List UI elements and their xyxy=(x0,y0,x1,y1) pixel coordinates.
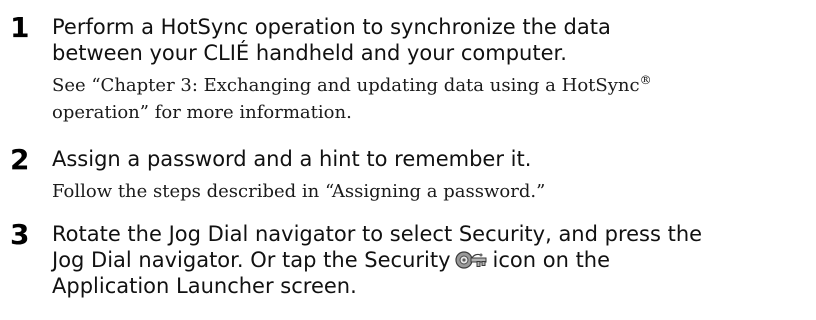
step-number: 2 xyxy=(10,143,30,176)
step-heading: Assign a password and a hint to remember… xyxy=(52,146,812,172)
step-heading-line: Jog Dial navigator. Or tap the Security … xyxy=(52,247,812,273)
step-number: 3 xyxy=(10,218,30,251)
step-note-line: operation” for more information. xyxy=(52,102,352,123)
step-note-line: Follow the steps described in “Assigning… xyxy=(52,181,546,202)
step-heading-line: Application Launcher screen. xyxy=(52,274,357,298)
step-heading-line: Rotate the Jog Dial navigator to select … xyxy=(52,222,703,246)
step-heading: Perform a HotSync operation to synchroni… xyxy=(52,14,812,66)
registered-mark: ® xyxy=(639,73,652,87)
step-note-line: See “Chapter 3: Exchanging and updating … xyxy=(52,72,812,99)
step-note: See “Chapter 3: Exchanging and updating … xyxy=(52,72,812,126)
step-heading-text: Jog Dial navigator. Or tap the Security xyxy=(52,248,451,272)
step-number: 1 xyxy=(10,11,30,44)
instruction-steps: 1 Perform a HotSync operation to synchro… xyxy=(0,0,816,320)
step-heading-line: between your CLIÉ handheld and your comp… xyxy=(52,41,567,65)
step-note-text: See “Chapter 3: Exchanging and updating … xyxy=(52,75,640,96)
step-note: Follow the steps described in “Assigning… xyxy=(52,178,812,205)
security-key-icon xyxy=(454,249,489,271)
step-heading-text: icon on the xyxy=(492,248,611,272)
step-heading-line: Assign a password and a hint to remember… xyxy=(52,147,532,171)
step-heading-line: Perform a HotSync operation to synchroni… xyxy=(52,15,611,39)
step-heading: Rotate the Jog Dial navigator to select … xyxy=(52,221,812,299)
